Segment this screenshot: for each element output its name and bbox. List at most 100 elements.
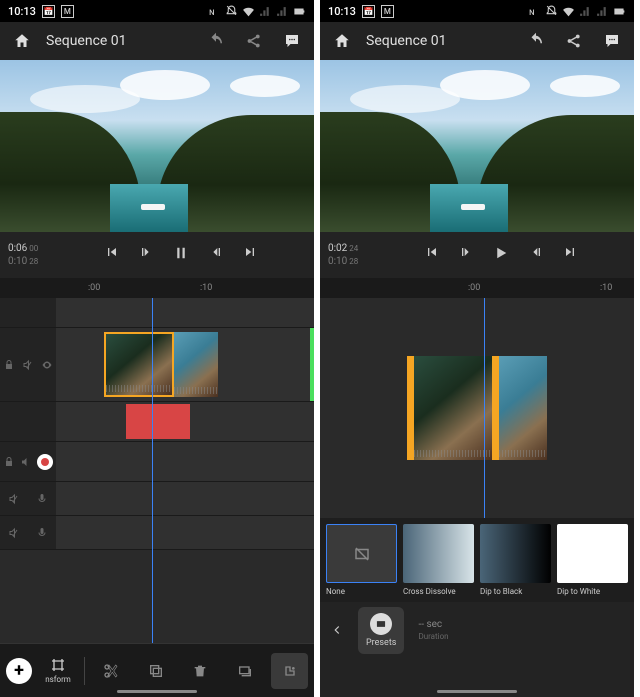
step-forward-button[interactable] [208,244,224,266]
signal-icon [579,5,592,18]
transition-dip-to-black[interactable]: Dip to Black [480,524,551,596]
mute-icon[interactable] [8,493,20,505]
mail-icon: M [381,5,394,18]
timeline[interactable] [0,298,314,643]
skip-end-button[interactable] [562,244,578,266]
svg-text:N: N [529,7,534,16]
ruler-tick: :10 [200,283,212,293]
video-clip-1[interactable] [104,332,174,397]
comment-button[interactable] [278,27,306,55]
layers-button[interactable] [227,653,264,689]
playhead[interactable] [484,298,485,518]
timeline-ruler[interactable]: :00 :10 [320,278,634,298]
transition-cross-dissolve[interactable]: Cross Dissolve [403,524,474,596]
timeline[interactable] [320,298,634,518]
mic-icon[interactable] [36,527,48,539]
record-button[interactable] [37,454,53,470]
share-button[interactable] [560,27,588,55]
visibility-icon[interactable] [41,359,53,371]
undo-button[interactable] [522,27,550,55]
wifi-icon [242,5,255,18]
video-preview[interactable] [320,60,634,232]
audio-clip[interactable] [126,404,190,439]
ruler-tick: :00 [88,283,100,293]
audio-track-1[interactable] [56,402,314,441]
status-bar: 10:13 📅 M N [320,0,634,22]
undo-button[interactable] [202,27,230,55]
calendar-icon: 📅 [42,5,55,18]
timecodes: 0:0224 0:1028 [328,243,376,267]
transitions-row: None Cross Dissolve Dip to Black Dip to … [320,518,634,602]
video-track[interactable] [56,328,314,401]
home-button[interactable] [8,27,36,55]
video-clip-1[interactable] [407,356,499,460]
bottom-toolbar: + nsform [0,643,314,697]
voice-track-1[interactable] [56,482,314,515]
signal-icon-2 [276,5,289,18]
nfc-icon: N [528,5,541,18]
signal-icon [259,5,272,18]
voice-track-2[interactable] [56,516,314,549]
battery-icon [613,5,626,18]
nfc-icon: N [208,5,221,18]
step-back-button[interactable] [458,244,474,266]
calendar-icon: 📅 [362,5,375,18]
pause-button[interactable] [172,244,190,266]
transition-none[interactable]: None [326,524,397,596]
mute-icon[interactable] [8,527,20,539]
lock-icon[interactable] [3,359,15,371]
mute-icon[interactable] [22,359,34,371]
back-button[interactable] [330,623,344,637]
svg-text:N: N [209,7,214,16]
ruler-tick: :10 [600,283,612,293]
phone-left: 10:13 📅 M N Sequence 01 [0,0,320,697]
wifi-icon [562,5,575,18]
status-bar: 10:13 📅 M N [0,0,314,22]
mic-icon[interactable] [36,493,48,505]
ruler-tick: :00 [468,283,480,293]
skip-start-button[interactable] [424,244,440,266]
video-clip-2[interactable] [499,356,547,460]
project-title: Sequence 01 [366,33,512,49]
video-preview[interactable] [0,60,314,232]
timeline-ruler[interactable]: :00 :10 [0,278,314,298]
add-button[interactable]: + [6,658,32,684]
home-button[interactable] [328,27,356,55]
skip-start-button[interactable] [104,244,120,266]
timecodes: 0:0600 0:1028 [8,243,56,267]
mail-icon: M [61,5,74,18]
transform-tab[interactable]: nsform [40,657,76,684]
playhead[interactable] [152,298,153,643]
step-forward-button[interactable] [528,244,544,266]
step-back-button[interactable] [138,244,154,266]
comment-button[interactable] [598,27,626,55]
home-indicator [117,690,197,693]
presets-icon [370,613,392,635]
lock-icon[interactable] [3,456,15,468]
home-indicator [437,690,517,693]
cut-button[interactable] [93,653,130,689]
app-bar: Sequence 01 [320,22,634,60]
audio-track-2[interactable] [56,442,314,481]
project-title: Sequence 01 [46,33,192,49]
clip-end-marker [310,328,314,401]
playback-bar: 0:0224 0:1028 [320,232,634,278]
transition-dip-to-white[interactable]: Dip to White [557,524,628,596]
video-clip-2[interactable] [174,332,218,397]
duration-info: -- sec Duration [418,619,448,641]
presets-button[interactable]: Presets [358,607,404,654]
status-time: 10:13 [8,5,36,18]
phone-right: 10:13 📅 M N Sequence 01 [320,0,640,697]
play-button[interactable] [492,244,510,266]
share-button[interactable] [240,27,268,55]
notification-off-icon [545,5,558,18]
duplicate-button[interactable] [138,653,175,689]
app-bar: Sequence 01 [0,22,314,60]
delete-button[interactable] [182,653,219,689]
skip-end-button[interactable] [242,244,258,266]
volume-icon[interactable] [20,456,32,468]
playback-bar: 0:0600 0:1028 [0,232,314,278]
battery-icon [293,5,306,18]
effects-button[interactable] [271,653,308,689]
status-time: 10:13 [328,5,356,18]
